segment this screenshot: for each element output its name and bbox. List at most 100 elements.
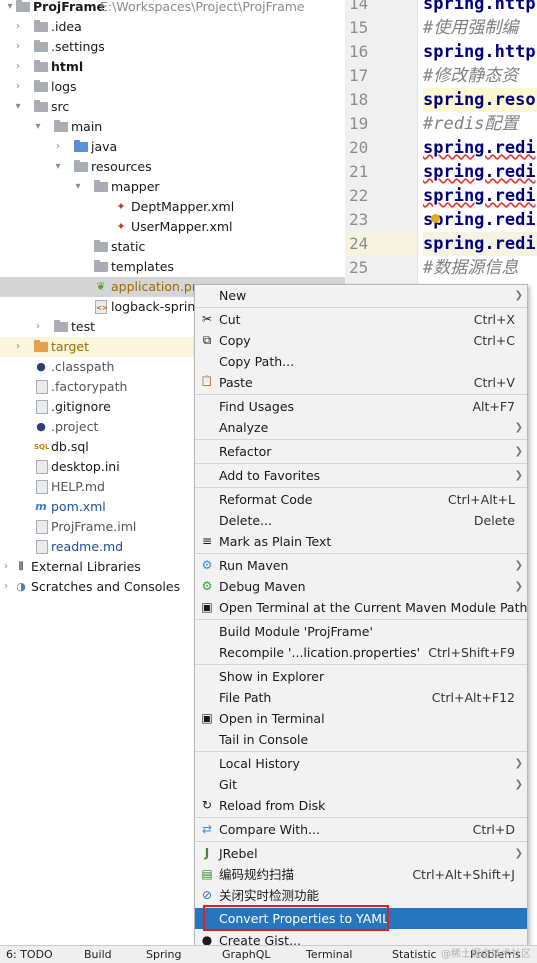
chevron-right-icon[interactable]: › bbox=[12, 37, 24, 57]
tree-item-label: HELP.md bbox=[51, 479, 105, 494]
chevron-down-icon[interactable]: ▾ bbox=[32, 117, 44, 137]
menu-item-copy-path[interactable]: Copy Path... bbox=[195, 351, 527, 372]
tree-item[interactable]: ✦ UserMapper.xml bbox=[0, 217, 345, 237]
tool-tab-build[interactable]: Build bbox=[84, 946, 112, 963]
tree-root[interactable]: ▾ ProjFrame E:\Workspaces\Project\ProjFr… bbox=[0, 0, 345, 17]
menu-item-disable-realtime-check[interactable]: ⊘ 关闭实时检测功能 bbox=[195, 885, 527, 906]
tree-item[interactable]: static bbox=[0, 237, 345, 257]
chevron-right-icon[interactable]: › bbox=[0, 577, 12, 597]
menu-item-open-in-terminal[interactable]: ▣ Open in Terminal bbox=[195, 708, 527, 729]
line-number: 18 bbox=[349, 90, 369, 109]
menu-item-delete[interactable]: Delete... Delete bbox=[195, 510, 527, 531]
chevron-right-icon[interactable]: › bbox=[0, 557, 12, 577]
menu-item-copy[interactable]: ⧉ Copy Ctrl+C bbox=[195, 330, 527, 351]
terminal-icon: ▣ bbox=[201, 711, 213, 725]
tool-tab-todo[interactable]: 6: TODO bbox=[6, 946, 53, 963]
plain-text-icon: ≡ bbox=[201, 534, 213, 548]
code-line: #使用强制编 bbox=[423, 18, 519, 38]
eclipse-icon: ● bbox=[36, 360, 46, 373]
menu-item-label: Add to Favorites bbox=[219, 468, 321, 483]
tree-item[interactable]: ▾ main bbox=[0, 117, 345, 137]
tool-tab-statistic[interactable]: Statistic bbox=[392, 946, 437, 963]
menu-item-reload-from-disk[interactable]: ↻ Reload from Disk bbox=[195, 795, 527, 816]
menu-separator bbox=[195, 307, 527, 308]
library-icon: ⫴ bbox=[18, 560, 24, 573]
tool-tab-terminal[interactable]: Terminal bbox=[306, 946, 353, 963]
menu-item-analyze[interactable]: Analyze ❯ bbox=[195, 417, 527, 438]
menu-item-new[interactable]: New ❯ bbox=[195, 285, 527, 306]
tree-item[interactable]: ▾ mapper bbox=[0, 177, 345, 197]
menu-item-mark-plain-text[interactable]: ≡ Mark as Plain Text bbox=[195, 531, 527, 552]
chevron-right-icon[interactable]: › bbox=[12, 17, 24, 37]
menu-separator bbox=[195, 394, 527, 395]
menu-item-build-module[interactable]: Build Module 'ProjFrame' bbox=[195, 621, 527, 642]
tree-item[interactable]: › logs bbox=[0, 77, 345, 97]
folder-icon bbox=[34, 100, 48, 112]
tree-item[interactable]: ▾ src bbox=[0, 97, 345, 117]
eclipse-icon: ● bbox=[36, 420, 46, 433]
chevron-right-icon[interactable]: › bbox=[12, 337, 24, 357]
menu-item-find-usages[interactable]: Find Usages Alt+F7 bbox=[195, 396, 527, 417]
menu-item-local-history[interactable]: Local History ❯ bbox=[195, 753, 527, 774]
menu-item-debug-maven[interactable]: ⚙ Debug Maven ❯ bbox=[195, 576, 527, 597]
menu-item-git[interactable]: Git ❯ bbox=[195, 774, 527, 795]
code-editor[interactable]: 14 15 16 17 18 19 20 21 22 23 24 25 spri… bbox=[345, 0, 537, 284]
chevron-right-icon[interactable]: › bbox=[12, 77, 24, 97]
code-line-current: spring.redi bbox=[423, 232, 537, 256]
folder-icon bbox=[54, 120, 68, 132]
scissors-icon: ✂ bbox=[201, 312, 213, 326]
lightbulb-icon[interactable] bbox=[431, 214, 440, 223]
tree-item[interactable]: › .idea bbox=[0, 17, 345, 37]
menu-item-code-scan[interactable]: ▤ 编码规约扫描 Ctrl+Alt+Shift+J bbox=[195, 864, 527, 885]
line-gutter: 14 15 16 17 18 19 20 21 22 23 24 25 bbox=[345, 0, 418, 284]
chevron-down-icon[interactable]: ▾ bbox=[12, 97, 24, 117]
menu-item-recompile[interactable]: Recompile '...lication.properties' Ctrl+… bbox=[195, 642, 527, 663]
menu-item-run-maven[interactable]: ⚙ Run Maven ❯ bbox=[195, 555, 527, 576]
menu-item-shortcut: Delete bbox=[473, 513, 515, 528]
tree-item[interactable]: templates bbox=[0, 257, 345, 277]
tree-root-path: E:\Workspaces\Project\ProjFrame bbox=[100, 0, 305, 14]
menu-item-add-to-favorites[interactable]: Add to Favorites ❯ bbox=[195, 465, 527, 486]
menu-item-reformat-code[interactable]: Reformat Code Ctrl+Alt+L bbox=[195, 489, 527, 510]
chevron-down-icon[interactable]: ▾ bbox=[4, 0, 16, 17]
menu-item-compare-with[interactable]: ⇄ Compare With... Ctrl+D bbox=[195, 819, 527, 840]
menu-item-cut[interactable]: ✂ Cut Ctrl+X bbox=[195, 309, 527, 330]
chevron-right-icon[interactable]: › bbox=[12, 57, 24, 77]
menu-item-open-terminal-maven[interactable]: ▣ Open Terminal at the Current Maven Mod… bbox=[195, 597, 527, 618]
tool-tab-spring[interactable]: Spring bbox=[146, 946, 182, 963]
menu-item-show-in-explorer[interactable]: Show in Explorer bbox=[195, 666, 527, 687]
menu-item-label: Cut bbox=[219, 312, 241, 327]
chevron-right-icon[interactable]: › bbox=[52, 137, 64, 157]
tree-item[interactable]: › .settings bbox=[0, 37, 345, 57]
line-number: 19 bbox=[349, 114, 369, 133]
menu-item-paste[interactable]: 📋 Paste Ctrl+V bbox=[195, 372, 527, 393]
line-number: 16 bbox=[349, 42, 369, 61]
chevron-down-icon[interactable]: ▾ bbox=[72, 177, 84, 197]
chevron-right-icon[interactable]: › bbox=[32, 317, 44, 337]
menu-item-jrebel[interactable]: J JRebel ❯ bbox=[195, 843, 527, 864]
tree-item[interactable]: ▾ resources bbox=[0, 157, 345, 177]
tree-item[interactable]: ✦ DeptMapper.xml bbox=[0, 197, 345, 217]
tool-tab-graphql[interactable]: GraphQL bbox=[222, 946, 271, 963]
mybatis-bird-icon: ✦ bbox=[116, 220, 126, 233]
menu-item-label: Debug Maven bbox=[219, 579, 306, 594]
clipboard-icon: 📋 bbox=[200, 376, 214, 387]
tree-item-label: .idea bbox=[51, 19, 82, 34]
tree-item-label: .settings bbox=[51, 39, 105, 54]
code-line: spring.redi bbox=[423, 162, 536, 182]
menu-item-refactor[interactable]: Refactor ❯ bbox=[195, 441, 527, 462]
menu-item-label: JRebel bbox=[219, 846, 258, 861]
maven-debug-icon: ⚙ bbox=[201, 579, 213, 593]
chevron-down-icon[interactable]: ▾ bbox=[52, 157, 64, 177]
menu-item-label: Local History bbox=[219, 756, 300, 771]
menu-item-file-path[interactable]: File Path Ctrl+Alt+F12 bbox=[195, 687, 527, 708]
menu-item-tail-in-console[interactable]: Tail in Console bbox=[195, 729, 527, 750]
tree-item[interactable]: › java bbox=[0, 137, 345, 157]
menu-item-label: Mark as Plain Text bbox=[219, 534, 332, 549]
tree-item-label: ProjFrame.iml bbox=[51, 519, 137, 534]
code-line: spring.http bbox=[423, 42, 536, 62]
menu-item-label: Refactor bbox=[219, 444, 272, 459]
file-icon bbox=[36, 400, 48, 414]
tree-item[interactable]: › html bbox=[0, 57, 345, 77]
file-icon bbox=[36, 520, 48, 534]
